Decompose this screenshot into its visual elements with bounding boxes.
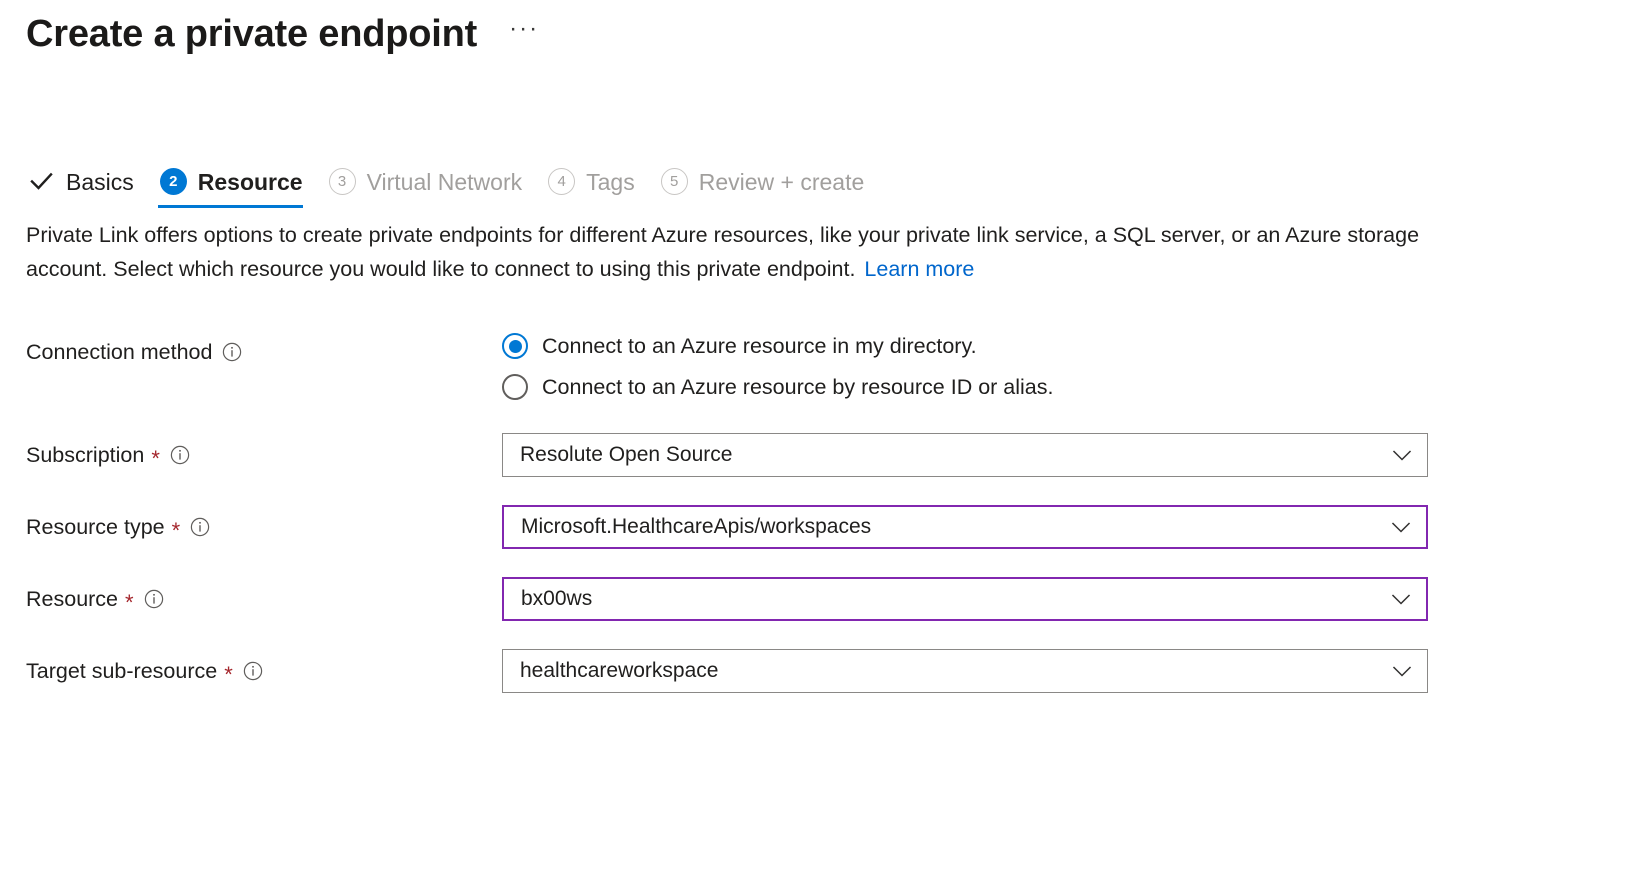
chevron-down-icon (1388, 586, 1414, 612)
resource-field: bx00ws (502, 577, 1648, 621)
info-icon[interactable] (170, 445, 190, 465)
resource-form: Connection method Connect to an Azure re… (0, 308, 1648, 699)
tab-label: Review + create (698, 168, 865, 195)
required-indicator: * (125, 590, 134, 615)
required-indicator: * (224, 662, 233, 687)
form-row-subscription: Subscription * Resolute Open Source (0, 433, 1648, 483)
check-icon (28, 168, 55, 195)
learn-more-link[interactable]: Learn more (864, 257, 974, 281)
subscription-field: Resolute Open Source (502, 433, 1648, 477)
tab-label: Basics (66, 168, 134, 195)
required-indicator: * (151, 446, 160, 471)
description-text: Private Link offers options to create pr… (26, 223, 1420, 281)
resource-label: Resource (26, 587, 119, 611)
tab-step-badge: 3 (328, 168, 356, 195)
chevron-down-icon (1388, 514, 1414, 540)
tab-resource[interactable]: 2 Resource (156, 168, 325, 208)
subscription-dropdown[interactable]: Resolute Open Source (502, 433, 1428, 477)
subscription-label: Subscription (26, 443, 145, 467)
tab-label: Tags (586, 168, 635, 195)
resource-type-field: Microsoft.HealthcareApis/workspaces (502, 505, 1648, 549)
create-private-endpoint-page: Create a private endpoint ··· Basics 2 R… (0, 0, 1648, 878)
connection-method-radio-group: Connect to an Azure resource in my direc… (502, 330, 1648, 401)
resource-type-value: Microsoft.HealthcareApis/workspaces (521, 515, 872, 538)
tab-basics[interactable]: Basics (26, 168, 156, 208)
tab-tags[interactable]: 4 Tags (544, 168, 657, 208)
connection-method-label-group: Connection method (26, 330, 502, 366)
subscription-value: Resolute Open Source (520, 443, 733, 466)
radio-label: Connect to an Azure resource by resource… (542, 375, 1054, 399)
radio-dot (508, 339, 522, 353)
tab-review-create[interactable]: 5 Review + create (657, 168, 887, 208)
radio-selected-icon (502, 333, 528, 359)
form-row-resource: Resource * bx00ws (0, 577, 1648, 627)
info-icon[interactable] (190, 517, 210, 537)
resource-value: bx00ws (521, 587, 593, 610)
tab-step-badge: 4 (548, 168, 576, 195)
target-sub-resource-field: healthcareworkspace (502, 649, 1648, 693)
tab-label: Virtual Network (366, 168, 523, 195)
info-icon[interactable] (243, 661, 263, 681)
page-description: Private Link offers options to create pr… (26, 218, 1446, 286)
form-row-connection-method: Connection method Connect to an Azure re… (0, 330, 1648, 401)
resource-dropdown[interactable]: bx00ws (502, 577, 1428, 621)
radio-connect-directory[interactable]: Connect to an Azure resource in my direc… (502, 332, 1648, 360)
target-sub-resource-dropdown[interactable]: healthcareworkspace (502, 649, 1428, 693)
resource-type-label: Resource type (26, 515, 165, 539)
resource-type-dropdown[interactable]: Microsoft.HealthcareApis/workspaces (502, 505, 1428, 549)
chevron-down-icon (1389, 658, 1415, 684)
tab-label: Resource (197, 168, 303, 195)
target-sub-resource-value: healthcareworkspace (520, 659, 719, 682)
connection-method-options: Connect to an Azure resource in my direc… (502, 330, 1648, 401)
page-title: Create a private endpoint (26, 13, 478, 55)
radio-label: Connect to an Azure resource in my direc… (542, 334, 977, 358)
info-icon[interactable] (144, 589, 164, 609)
form-row-resource-type: Resource type * Microsoft.HealthcareApis… (0, 505, 1648, 555)
resource-type-label-group: Resource type * (26, 505, 502, 543)
required-indicator: * (171, 518, 181, 543)
chevron-down-icon (1389, 442, 1415, 468)
tab-virtual-network[interactable]: 3 Virtual Network (325, 168, 545, 208)
resource-label-group: Resource * (26, 577, 502, 615)
connection-method-label: Connection method (26, 340, 213, 364)
subscription-label-group: Subscription * (26, 433, 502, 471)
page-header: Create a private endpoint ··· (0, 0, 1648, 60)
radio-unselected-icon (502, 374, 528, 400)
target-sub-resource-label: Target sub-resource (26, 659, 218, 683)
tab-step-badge: 5 (660, 168, 688, 195)
info-icon[interactable] (222, 342, 242, 362)
radio-connect-resource-id[interactable]: Connect to an Azure resource by resource… (502, 373, 1648, 401)
tab-step-badge: 2 (159, 168, 187, 195)
wizard-tabs: Basics 2 Resource 3 Virtual Network 4 Ta… (26, 156, 1648, 208)
more-options-icon[interactable]: ··· (503, 17, 545, 50)
target-sub-resource-label-group: Target sub-resource * (26, 649, 502, 687)
form-row-target-sub-resource: Target sub-resource * healthcareworkspac… (0, 649, 1648, 699)
